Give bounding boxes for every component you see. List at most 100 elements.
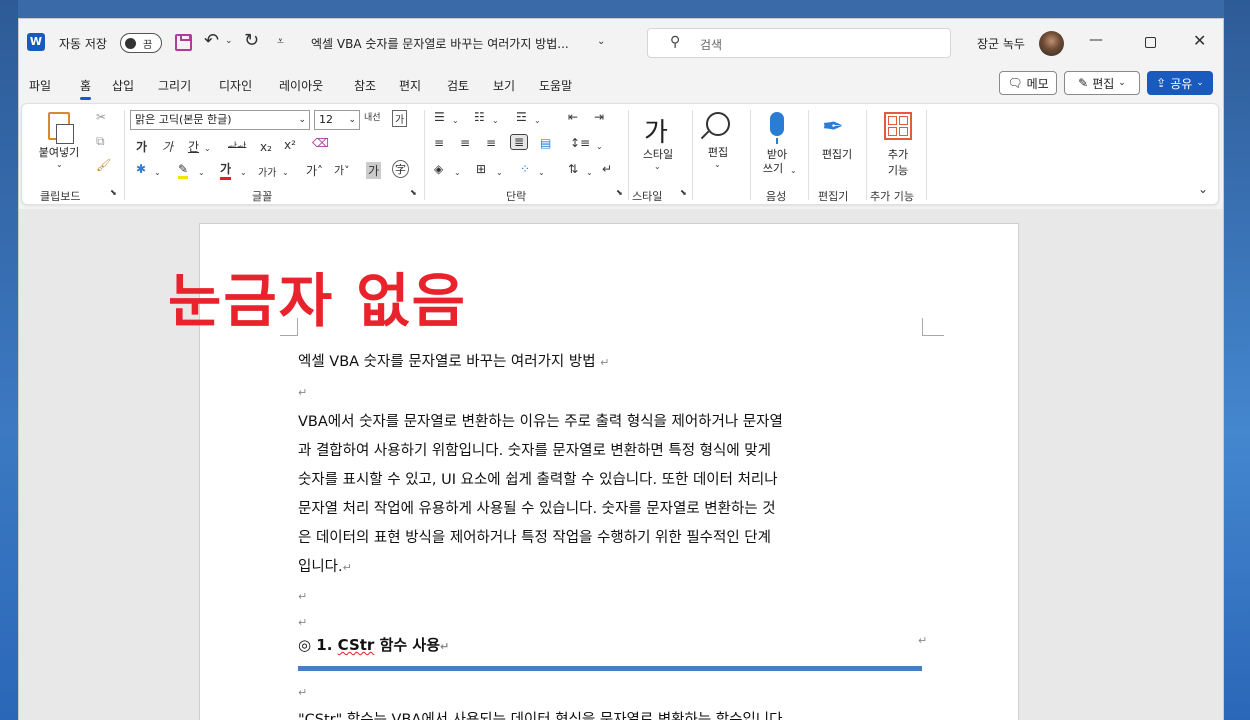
show-marks-icon[interactable]: ↵: [602, 162, 612, 176]
change-case-icon[interactable]: 가가: [258, 164, 276, 179]
phonetic-guide-icon[interactable]: 내선: [364, 110, 381, 123]
paste-button-label[interactable]: 붙여넣기: [34, 144, 84, 160]
tab-insert[interactable]: 삽입: [112, 77, 134, 94]
dialog-launcher-icon[interactable]: ⬊: [680, 188, 687, 197]
align-right-icon[interactable]: ≡: [486, 136, 496, 150]
align-center-icon[interactable]: ≡: [460, 136, 470, 150]
dictate-label-line2[interactable]: 쓰기: [754, 160, 792, 176]
collapse-ribbon-icon[interactable]: ⌄: [1198, 182, 1208, 196]
char-border-icon[interactable]: 가: [392, 110, 408, 127]
line-spacing-icon[interactable]: ↕≡: [570, 136, 590, 150]
user-name[interactable]: 장군 녹두: [977, 35, 1025, 52]
format-painter-icon[interactable]: 🖌: [96, 158, 111, 172]
comments-button[interactable]: 🗨 메모: [999, 71, 1057, 95]
underline-icon[interactable]: 간: [188, 138, 199, 155]
maximize-icon[interactable]: [1145, 37, 1156, 48]
chevron-down-icon[interactable]: ⌄: [282, 168, 289, 177]
bold-icon[interactable]: 가: [136, 138, 147, 155]
chevron-down-icon[interactable]: ⌄: [596, 142, 603, 151]
addins-label-line1[interactable]: 추가: [876, 146, 920, 162]
distributed-icon[interactable]: ▤: [540, 136, 551, 150]
chevron-down-icon[interactable]: ⌄: [654, 162, 661, 171]
search-box[interactable]: ⚲ 검색: [647, 28, 951, 58]
increase-indent-icon[interactable]: ⇥: [594, 110, 604, 124]
text-effects-icon[interactable]: ✱: [136, 162, 146, 176]
decrease-indent-icon[interactable]: ⇤: [568, 110, 578, 124]
tab-file[interactable]: 파일: [29, 77, 51, 94]
addins-icon[interactable]: [884, 112, 912, 140]
find-icon[interactable]: [706, 112, 730, 136]
justify-icon[interactable]: ≣: [510, 134, 529, 150]
tab-references[interactable]: 참조: [354, 77, 376, 94]
chevron-down-icon[interactable]: ⌄: [56, 160, 63, 169]
bullets-icon[interactable]: ☰: [434, 110, 445, 124]
chevron-down-icon[interactable]: ⌄: [240, 168, 247, 177]
shrink-font-icon[interactable]: 가˅: [334, 162, 350, 178]
customize-quick-access-icon[interactable]: ⩡: [277, 34, 284, 49]
highlight-icon[interactable]: ✎: [178, 162, 189, 179]
char-shading-icon[interactable]: 가: [366, 162, 382, 179]
chevron-down-icon[interactable]: ⌄: [452, 116, 459, 125]
chevron-down-icon[interactable]: ⌄: [538, 168, 545, 177]
dialog-launcher-icon[interactable]: ⬊: [616, 188, 623, 197]
chevron-down-icon[interactable]: ⌄: [496, 168, 503, 177]
tab-view[interactable]: 보기: [493, 77, 515, 94]
chevron-down-icon[interactable]: ⌄: [198, 168, 205, 177]
asian-layout-icon[interactable]: ⁘: [520, 162, 530, 176]
font-size-select[interactable]: 12 ⌄: [314, 110, 360, 130]
autosave-toggle[interactable]: 끔: [120, 33, 162, 53]
tab-help[interactable]: 도움말: [539, 77, 572, 94]
tab-home[interactable]: 홈: [80, 77, 92, 100]
editor-button-label[interactable]: 편집기: [814, 146, 860, 162]
editor-icon[interactable]: ✒: [822, 112, 844, 142]
italic-icon[interactable]: 가: [162, 138, 173, 155]
subscript-icon[interactable]: x₂: [260, 140, 272, 154]
chevron-down-icon[interactable]: ⌄: [534, 116, 541, 125]
editing-mode-button[interactable]: ✎ 편집 ⌄: [1064, 71, 1140, 95]
chevron-down-icon[interactable]: ⌄: [714, 160, 721, 169]
chevron-down-icon[interactable]: ⌄: [154, 168, 161, 177]
align-left-icon[interactable]: ≡: [434, 136, 444, 150]
tab-layout[interactable]: 레이아웃: [279, 77, 323, 94]
clear-formatting-icon[interactable]: ⌫: [312, 136, 329, 150]
undo-icon[interactable]: ↶: [204, 30, 219, 51]
borders-icon[interactable]: ⊞: [476, 162, 486, 176]
avatar[interactable]: [1039, 31, 1064, 56]
save-icon[interactable]: [175, 34, 192, 51]
document-page[interactable]: 눈금자 없음 엑셀 VBA 숫자를 문자열로 바꾸는 여러가지 방법 ↵ ↵ V…: [168, 223, 1019, 720]
minimize-icon[interactable]: —: [1089, 32, 1103, 48]
microphone-icon[interactable]: [770, 112, 784, 144]
copy-icon[interactable]: ⧉: [96, 134, 105, 149]
tab-review[interactable]: 검토: [447, 77, 469, 94]
chevron-down-icon[interactable]: ⌄: [454, 168, 461, 177]
addins-label-line2[interactable]: 기능: [876, 162, 920, 178]
tab-design[interactable]: 디자인: [219, 77, 252, 94]
share-button[interactable]: ⇪ 공유 ⌄: [1147, 71, 1213, 95]
paste-icon[interactable]: [48, 112, 74, 144]
chevron-down-icon[interactable]: ⌄: [597, 36, 605, 47]
strikethrough-icon[interactable]: ᅪᅪ: [228, 138, 246, 153]
tab-draw[interactable]: 그리기: [158, 77, 191, 94]
undo-dropdown-icon[interactable]: ⌄: [225, 36, 233, 46]
multilevel-list-icon[interactable]: ☲: [516, 110, 527, 124]
chevron-down-icon[interactable]: ⌄: [492, 116, 499, 125]
shading-icon[interactable]: ◈: [434, 162, 443, 176]
styles-icon[interactable]: 가: [644, 112, 668, 149]
close-icon[interactable]: ✕: [1193, 31, 1206, 50]
chevron-down-icon[interactable]: ⌄: [204, 144, 211, 153]
grow-font-icon[interactable]: 가˄: [306, 162, 323, 179]
redo-icon[interactable]: ↻: [244, 30, 259, 51]
editing-button-label[interactable]: 편집: [698, 144, 738, 160]
dialog-launcher-icon[interactable]: ⬊: [410, 188, 417, 197]
sort-icon[interactable]: ⇅: [568, 162, 578, 176]
chevron-down-icon[interactable]: ⌄: [790, 166, 797, 175]
numbering-icon[interactable]: ☷: [474, 110, 485, 124]
document-title[interactable]: 엑셀 VBA 숫자를 문자열로 바꾸는 여러가지 방법...: [311, 35, 569, 52]
font-color-icon[interactable]: 가: [220, 160, 232, 180]
enclose-char-icon[interactable]: 字: [392, 160, 409, 178]
superscript-icon[interactable]: x²: [284, 138, 296, 152]
dialog-launcher-icon[interactable]: ⬊: [110, 188, 117, 197]
chevron-down-icon[interactable]: ⌄: [586, 168, 593, 177]
font-family-select[interactable]: 맑은 고딕(본문 한글) ⌄: [130, 110, 310, 130]
tab-mailings[interactable]: 편지: [399, 77, 421, 94]
